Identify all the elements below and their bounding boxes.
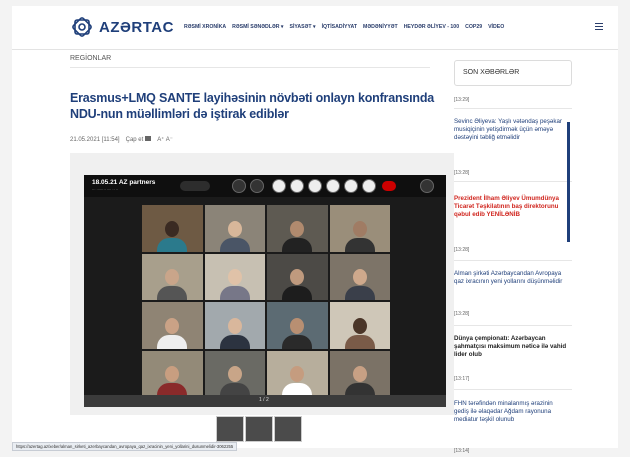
participant-tile: [329, 205, 390, 252]
participant-tile: [267, 205, 328, 252]
participant-tile: [142, 205, 203, 252]
participant-tile: [142, 302, 203, 349]
news-item[interactable]: FHN tərəfindən minalanmış ərazinin gediş…: [454, 400, 569, 423]
meeting-control-icon: [308, 179, 322, 193]
nav-item-cop29[interactable]: COP29: [465, 24, 482, 30]
site-logo[interactable]: AZƏRTAC: [70, 15, 174, 39]
section-label[interactable]: REGİONLAR: [70, 55, 111, 62]
news-divider: [454, 260, 572, 261]
news-divider: [454, 181, 572, 182]
news-item[interactable]: Dünya çempionatı: Azərbaycan şahmatçısı …: [454, 335, 569, 358]
news-time: [13:28]: [454, 170, 470, 176]
meeting-topbar: 18.05.21 AZ partners ··· ········ ···· ·…: [84, 175, 446, 197]
logo-text: AZƏRTAC: [99, 18, 174, 36]
nav-item-resmi-xronika[interactable]: RƏSMİ XRONİKA: [184, 24, 226, 30]
news-item-highlighted[interactable]: Prezident İlham Əliyev Ümumdünya Ticarət…: [454, 195, 569, 218]
meeting-control-icon: [250, 179, 264, 193]
font-size-controls[interactable]: A⁺ A⁻: [157, 136, 173, 143]
participant-tile: [204, 350, 265, 397]
meeting-control-icon: [272, 179, 286, 193]
gallery-thumbnail[interactable]: [274, 416, 302, 442]
article-image[interactable]: 18.05.21 AZ partners ··· ········ ···· ·…: [84, 175, 446, 407]
article-meta: 21.05.2021 [11:54] Çap et A⁺ A⁻: [70, 136, 173, 143]
section-divider: [70, 67, 430, 68]
print-button[interactable]: Çap et: [126, 136, 152, 143]
participant-grid: [142, 205, 390, 397]
participant-tile: [204, 302, 265, 349]
participant-tile: [267, 350, 328, 397]
news-divider: [454, 325, 572, 326]
news-divider: [454, 108, 572, 109]
meeting-control-icon: [232, 179, 246, 193]
meeting-control-icon: [420, 179, 434, 193]
meeting-chip: [180, 181, 210, 191]
meeting-control-icon: [344, 179, 358, 193]
participant-tile: [329, 253, 390, 300]
meeting-title: 18.05.21 AZ partners: [92, 179, 156, 186]
meeting-control-icon: [290, 179, 304, 193]
gallery-thumbnails: [216, 416, 302, 442]
sidebar-scrollbar[interactable]: [567, 122, 570, 242]
news-time: [13:14]: [454, 448, 470, 454]
latest-news-heading[interactable]: SON XƏBƏRLƏR: [454, 60, 572, 86]
printer-icon: [145, 136, 152, 141]
hamburger-menu-icon[interactable]: [595, 23, 603, 31]
participant-tile: [204, 205, 265, 252]
participant-tile: [142, 253, 203, 300]
news-item[interactable]: Alman şirkəti Azərbaycandan Avropaya qaz…: [454, 270, 569, 286]
participant-tile: [329, 302, 390, 349]
gallery-thumbnail[interactable]: [245, 416, 273, 442]
participant-tile: [267, 302, 328, 349]
gallery-thumbnail[interactable]: [216, 416, 244, 442]
article-title: Erasmus+LMQ SANTE layihəsinin növbəti on…: [70, 91, 435, 121]
nav-item-resmi-senedler[interactable]: RƏSMİ SƏNƏDLƏR ▾: [232, 24, 283, 30]
nav-item-iqtisadiyyat[interactable]: İQTİSADİYYAT: [322, 24, 357, 30]
meeting-bottom-bar: 1 / 2: [84, 395, 446, 407]
news-item[interactable]: Sevinc Əliyeva: Yaşlı vətəndaş peşəkar m…: [454, 118, 569, 141]
nav-item-video[interactable]: VİDEO: [488, 24, 504, 30]
main-nav: RƏSMİ XRONİKA RƏSMİ SƏNƏDLƏR ▾ SİYASƏT ▾…: [184, 24, 504, 30]
participant-tile: [329, 350, 390, 397]
meeting-control-icon: [362, 179, 376, 193]
news-time: [13:29]: [454, 97, 470, 103]
nav-item-medeniyyet[interactable]: MƏDƏNİYYƏT: [363, 24, 398, 30]
meeting-subtitle: ··· ········ ···· ·· ··: [92, 188, 119, 192]
meeting-pager: 1 / 2: [259, 397, 269, 403]
news-divider: [454, 389, 572, 390]
news-time: [13:17]: [454, 376, 470, 382]
news-time: [13:28]: [454, 247, 470, 253]
participant-tile: [267, 253, 328, 300]
participant-tile: [142, 350, 203, 397]
browser-status-url: https://azertag.az/xeber/alman_sirketi_a…: [12, 442, 238, 451]
meeting-control-icon: [326, 179, 340, 193]
logo-emblem-icon: [72, 17, 92, 37]
nav-item-siyaset[interactable]: SİYASƏT ▾: [290, 24, 316, 30]
nav-item-heyder-eliyev[interactable]: HEYDƏR ƏLİYEV - 100: [404, 24, 459, 30]
participant-tile: [204, 253, 265, 300]
article-datetime: 21.05.2021 [11:54]: [70, 136, 120, 143]
news-time: [13:28]: [454, 311, 470, 317]
site-header: AZƏRTAC RƏSMİ XRONİKA RƏSMİ SƏNƏDLƏR ▾ S…: [12, 6, 618, 50]
meeting-leave-icon: [382, 181, 396, 191]
